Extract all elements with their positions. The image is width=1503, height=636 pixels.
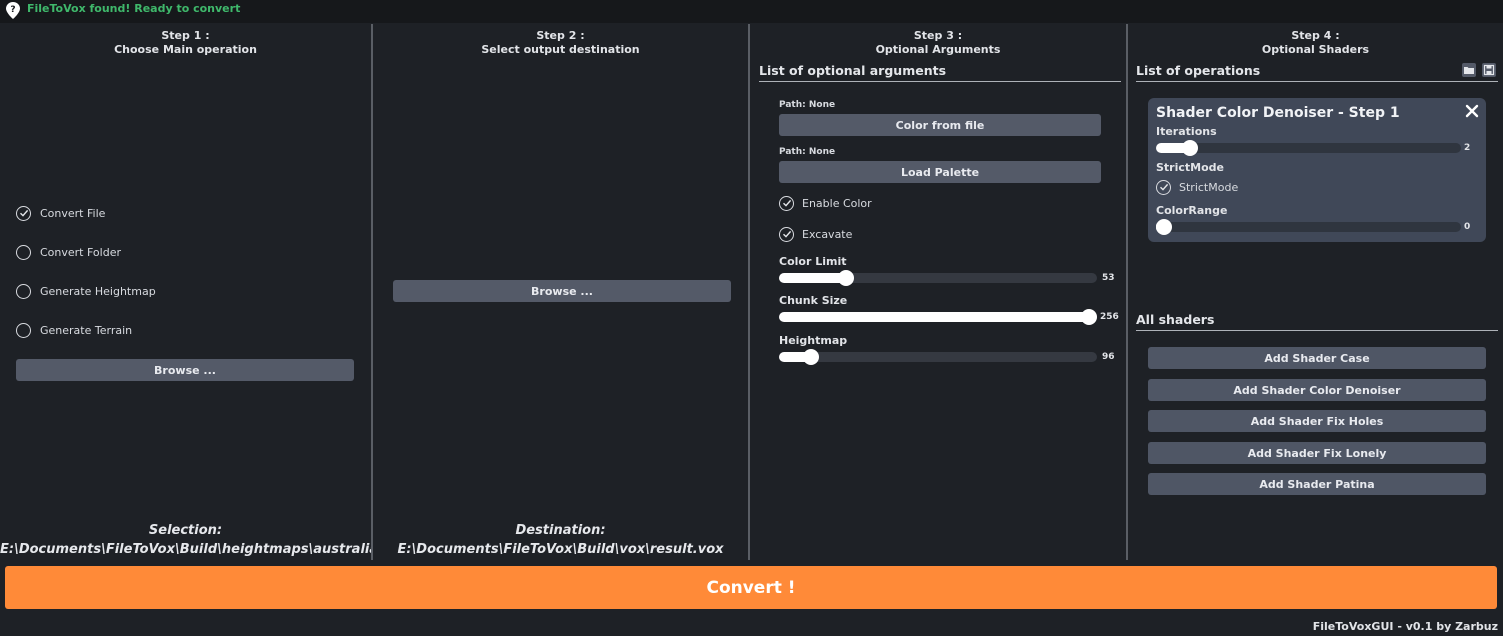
add-shader-color-denoiser-button[interactable]: Add Shader Color Denoiser <box>1148 379 1486 401</box>
add-shader-case-button[interactable]: Add Shader Case <box>1148 347 1486 369</box>
palette-path: Path: None <box>779 147 836 157</box>
option-label: Convert File <box>40 206 106 220</box>
browse-input-button[interactable]: Browse ... <box>16 359 354 381</box>
all-shaders-title: All shaders <box>1136 312 1215 327</box>
slider-handle[interactable] <box>1081 309 1097 325</box>
status-bar: ? FileToVox found! Ready to convert <box>0 0 1503 23</box>
selection-path: E:\Documents\FileToVox\Build\heightmaps\… <box>0 542 371 557</box>
strict-mode-checkbox[interactable]: StrictMode <box>1156 179 1238 195</box>
step2-heading: Step 2 : <box>536 29 585 42</box>
destination-path: E:\Documents\FileToVox\Build\vox\result.… <box>397 542 724 557</box>
check-icon <box>1156 179 1171 195</box>
option-convert-file[interactable]: Convert File <box>16 204 105 222</box>
location-pin-icon: ? <box>6 2 20 19</box>
shader-title: Shader Color Denoiser - Step 1 <box>1156 105 1400 121</box>
option-label: Generate Heightmap <box>40 284 156 298</box>
option-label: Generate Terrain <box>40 323 133 337</box>
checkbox-label: Enable Color <box>802 196 872 210</box>
step3-subheading: Optional Arguments <box>875 43 1001 56</box>
step2-subheading: Select output destination <box>481 43 640 56</box>
check-icon <box>779 195 794 211</box>
folder-open-icon[interactable] <box>1462 63 1476 77</box>
selection-title: Selection: <box>148 523 223 538</box>
option-convert-folder[interactable]: Convert Folder <box>16 243 121 261</box>
version-footer: FileToVoxGUI - v0.1 by Zarbuz <box>1312 620 1498 633</box>
step4-heading: Step 4 : <box>1291 29 1340 42</box>
slider-handle[interactable] <box>1181 140 1198 156</box>
add-shader-patina-button[interactable]: Add Shader Patina <box>1148 473 1486 495</box>
svg-text:?: ? <box>10 5 15 15</box>
color-range-value: 0 <box>1464 222 1471 232</box>
step3-heading: Step 3 : <box>913 29 963 42</box>
load-palette-button[interactable]: Load Palette <box>779 161 1101 183</box>
chunk-size-slider[interactable] <box>779 309 1097 325</box>
step3-panel: Step 3 : Optional Arguments List of opti… <box>750 24 1126 560</box>
enable-color-checkbox[interactable]: Enable Color <box>779 195 872 211</box>
status-text: FileToVox found! Ready to convert <box>27 2 241 15</box>
color-range-label: ColorRange <box>1156 204 1228 217</box>
color-file-path: Path: None <box>779 100 836 110</box>
step1-panel: Step 1 : Choose Main operation Convert F… <box>0 24 371 560</box>
step4-subheading: Optional Shaders <box>1261 43 1370 56</box>
add-shader-fix-holes-button[interactable]: Add Shader Fix Holes <box>1148 410 1486 432</box>
section-underline <box>759 81 1121 82</box>
color-limit-value: 53 <box>1102 273 1115 283</box>
section-underline <box>1136 81 1498 82</box>
checkbox-label: Excavate <box>802 227 853 241</box>
destination-title: Destination: <box>515 523 606 538</box>
close-icon[interactable] <box>1464 103 1480 119</box>
option-label: Convert Folder <box>40 245 121 259</box>
convert-button[interactable]: Convert ! <box>5 566 1497 609</box>
heightmap-value: 96 <box>1102 352 1115 362</box>
color-limit-slider[interactable] <box>779 270 1097 286</box>
radio-empty-icon <box>16 322 31 338</box>
chunk-size-value: 256 <box>1100 312 1119 322</box>
radio-checked-icon <box>16 205 31 221</box>
step1-subheading: Choose Main operation <box>114 43 257 56</box>
iterations-slider[interactable] <box>1156 140 1461 156</box>
optional-args-title: List of optional arguments <box>759 63 947 78</box>
strict-mode-label: StrictMode <box>1156 161 1224 174</box>
shader-card: Shader Color Denoiser - Step 1 Iteration… <box>1148 98 1486 242</box>
color-limit-label: Color Limit <box>779 255 847 268</box>
iterations-value: 2 <box>1464 143 1471 153</box>
excavate-checkbox[interactable]: Excavate <box>779 226 852 242</box>
color-range-slider[interactable] <box>1156 219 1461 235</box>
step1-heading: Step 1 : <box>161 29 210 42</box>
option-generate-terrain[interactable]: Generate Terrain <box>16 321 132 339</box>
iterations-label: Iterations <box>1156 125 1217 138</box>
check-icon <box>779 226 794 242</box>
heightmap-label: Heightmap <box>779 334 848 347</box>
chunk-size-label: Chunk Size <box>779 294 848 307</box>
radio-empty-icon <box>16 244 31 260</box>
slider-handle[interactable] <box>837 270 854 286</box>
checkbox-label: StrictMode <box>1179 180 1239 194</box>
add-shader-fix-lonely-button[interactable]: Add Shader Fix Lonely <box>1148 442 1486 464</box>
heightmap-slider[interactable] <box>779 349 1097 365</box>
step2-panel: Step 2 : Select output destination Brows… <box>373 24 748 560</box>
option-generate-heightmap[interactable]: Generate Heightmap <box>16 282 156 300</box>
save-icon[interactable] <box>1482 63 1496 77</box>
slider-handle[interactable] <box>802 349 819 365</box>
section-underline <box>1136 330 1498 331</box>
color-from-file-button[interactable]: Color from file <box>779 114 1101 136</box>
operations-title: List of operations <box>1136 63 1261 78</box>
browse-output-button[interactable]: Browse ... <box>393 280 731 302</box>
slider-handle[interactable] <box>1156 219 1172 235</box>
radio-empty-icon <box>16 283 31 299</box>
